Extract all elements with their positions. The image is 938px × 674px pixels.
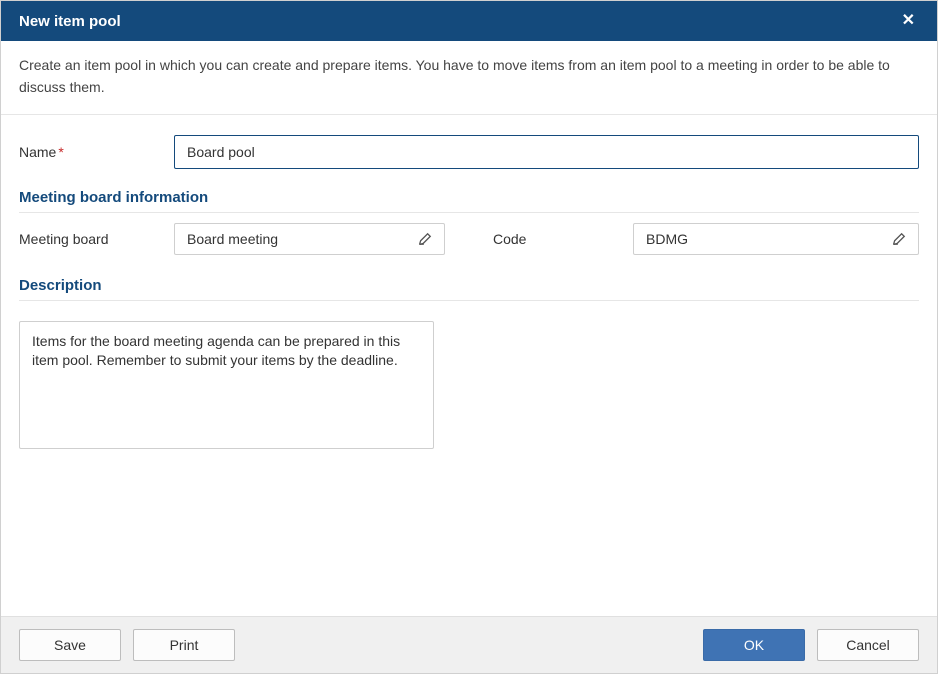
code-input[interactable]: BDMG xyxy=(633,223,919,255)
description-textarea[interactable] xyxy=(19,321,434,449)
footer-left: Save Print xyxy=(19,629,235,661)
name-input[interactable] xyxy=(174,135,919,169)
pencil-icon[interactable] xyxy=(892,232,906,246)
meeting-board-section-title: Meeting board information xyxy=(19,189,919,213)
save-button[interactable]: Save xyxy=(19,629,121,661)
ok-button[interactable]: OK xyxy=(703,629,805,661)
print-button[interactable]: Print xyxy=(133,629,235,661)
code-col: Code BDMG xyxy=(493,223,919,255)
required-asterisk: * xyxy=(58,144,63,160)
meeting-board-row: Meeting board Board meeting Code BDMG xyxy=(19,223,919,255)
dialog-intro: Create an item pool in which you can cre… xyxy=(1,41,937,115)
meeting-board-value: Board meeting xyxy=(187,231,278,247)
name-label-text: Name xyxy=(19,144,56,160)
pencil-icon[interactable] xyxy=(418,232,432,246)
cancel-button[interactable]: Cancel xyxy=(817,629,919,661)
code-value: BDMG xyxy=(646,231,688,247)
meeting-board-input[interactable]: Board meeting xyxy=(174,223,445,255)
name-label: Name* xyxy=(19,144,174,160)
description-section-title: Description xyxy=(19,277,919,301)
dialog-footer: Save Print OK Cancel xyxy=(1,616,937,673)
description-section: Description xyxy=(19,277,919,452)
dialog-titlebar: New item pool ✕ xyxy=(1,1,937,41)
name-row: Name* xyxy=(19,135,919,169)
dialog-content: Name* Meeting board information Meeting … xyxy=(1,115,937,616)
code-label: Code xyxy=(493,231,633,247)
meeting-board-col: Meeting board Board meeting xyxy=(19,223,445,255)
meeting-board-label: Meeting board xyxy=(19,231,174,247)
footer-right: OK Cancel xyxy=(703,629,919,661)
dialog-title: New item pool xyxy=(19,13,121,30)
close-icon[interactable]: ✕ xyxy=(898,11,919,31)
